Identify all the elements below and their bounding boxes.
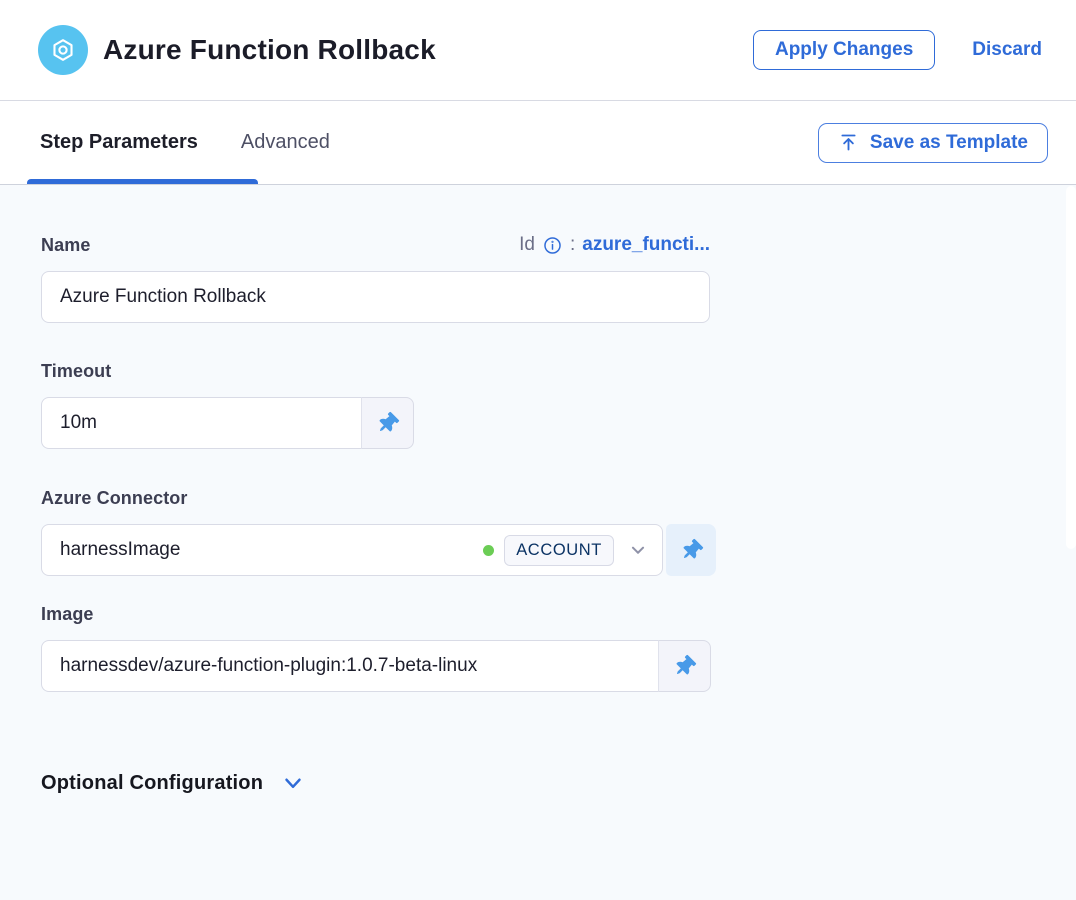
timeout-field-group xyxy=(41,397,414,449)
save-as-template-button[interactable]: Save as Template xyxy=(818,123,1048,163)
tab-advanced[interactable]: Advanced xyxy=(241,131,330,154)
discard-button[interactable]: Discard xyxy=(972,39,1042,61)
save-as-template-label: Save as Template xyxy=(870,132,1028,154)
connector-pin-button[interactable] xyxy=(666,524,716,576)
upload-icon xyxy=(838,132,859,153)
active-tab-indicator xyxy=(27,179,258,184)
chevron-down-icon[interactable] xyxy=(627,539,649,561)
timeout-label: Timeout xyxy=(41,361,111,382)
pin-icon xyxy=(377,413,398,434)
panel-header: Azure Function Rollback Apply Changes Di… xyxy=(0,0,1076,101)
optional-configuration-toggle[interactable]: Optional Configuration xyxy=(41,770,306,796)
id-label: Id xyxy=(519,234,535,256)
tab-bar: Step Parameters Advanced Save as Templat… xyxy=(0,101,1076,185)
scrollbar-thumb[interactable] xyxy=(1066,186,1076,549)
optional-configuration-label: Optional Configuration xyxy=(41,772,263,795)
pin-icon xyxy=(681,540,702,561)
timeout-input[interactable] xyxy=(41,397,361,449)
step-parameters-panel: Name Id : azure_functi... Timeout xyxy=(0,185,1076,900)
name-input[interactable] xyxy=(41,271,710,323)
connector-scope-badge: ACCOUNT xyxy=(504,535,614,566)
azure-connector-label: Azure Connector xyxy=(41,488,188,509)
step-id-row: Id : azure_functi... xyxy=(519,234,710,256)
pin-icon xyxy=(674,656,695,677)
apply-changes-button[interactable]: Apply Changes xyxy=(753,30,935,70)
page-title: Azure Function Rollback xyxy=(103,34,753,66)
azure-function-step-icon xyxy=(38,25,88,75)
timeout-pin-button[interactable] xyxy=(361,397,414,449)
connector-value: harnessImage xyxy=(60,539,483,561)
chevron-down-icon xyxy=(280,770,306,796)
connector-status-dot xyxy=(483,545,494,556)
azure-connector-select[interactable]: harnessImage ACCOUNT xyxy=(41,524,663,576)
step-id-value[interactable]: azure_functi... xyxy=(582,234,710,256)
image-label: Image xyxy=(41,604,94,625)
tab-step-parameters[interactable]: Step Parameters xyxy=(40,131,198,154)
image-field-group xyxy=(41,640,711,692)
azure-connector-field-group: harnessImage ACCOUNT xyxy=(41,524,1076,576)
name-label: Name xyxy=(41,235,90,256)
info-icon[interactable] xyxy=(542,235,563,256)
image-input[interactable] xyxy=(41,640,658,692)
image-pin-button[interactable] xyxy=(658,640,711,692)
id-colon: : xyxy=(570,234,575,256)
